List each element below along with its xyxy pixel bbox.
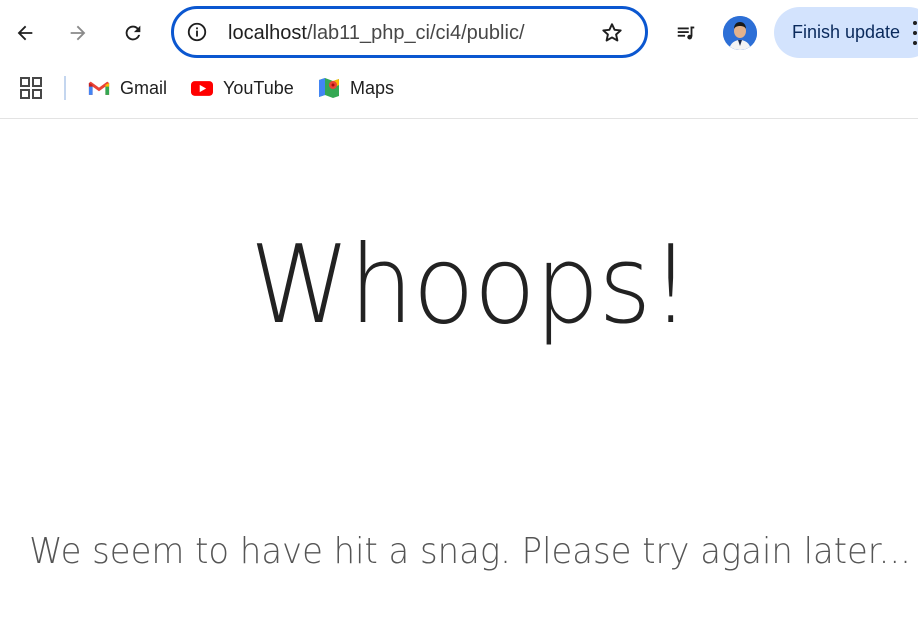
bookmarks-divider [64,76,66,100]
error-heading: Whoops! [249,223,691,348]
bookmark-youtube[interactable]: YouTube [191,74,294,102]
bookmark-star-icon[interactable] [599,20,625,46]
address-bar[interactable]: localhost/lab11_php_ci/ci4/public/ [171,6,648,58]
apps-grid-icon[interactable] [20,77,42,99]
url-host: localhost [228,22,307,44]
reload-button[interactable] [114,14,152,52]
media-control-button[interactable] [667,14,705,52]
back-button[interactable] [6,14,44,52]
forward-arrow-icon [70,25,86,41]
back-arrow-icon [17,25,33,41]
finish-update-button[interactable]: Finish update [774,7,918,58]
maps-icon [318,77,340,99]
avatar-image [723,16,757,50]
profile-avatar[interactable] [723,16,757,50]
error-message: We seem to have hit a snag. Please try a… [29,531,911,572]
reload-icon [125,25,141,41]
bookmark-label: YouTube [223,77,294,98]
gmail-icon [88,77,110,99]
bookmark-maps[interactable]: Maps [318,74,394,102]
bookmark-label: Maps [350,77,395,98]
queue-music-icon [677,26,695,40]
bookmark-gmail[interactable]: Gmail [88,74,167,102]
more-menu-icon[interactable] [912,21,918,45]
bookmark-label: Gmail [120,77,168,98]
browser-toolbar: localhost/lab11_php_ci/ci4/public/ Finis [0,0,918,119]
youtube-icon [191,77,213,99]
url-path: /lab11_php_ci/ci4/public/ [306,22,525,44]
bookmarks-bar: Gmail YouTube Maps [0,68,918,108]
site-info-icon[interactable] [186,21,208,43]
forward-button[interactable] [59,14,97,52]
url-text[interactable]: localhost/lab11_php_ci/ci4/public/ [228,21,525,45]
finish-update-label: Finish update [792,22,901,42]
